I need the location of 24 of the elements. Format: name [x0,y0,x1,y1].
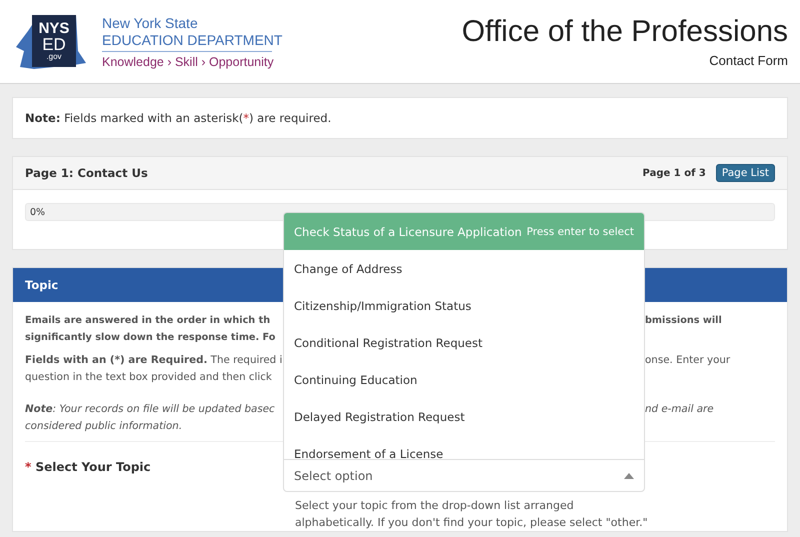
paragraph-text: bmissions will [645,314,723,328]
panel-title: Page 1: Contact Us [25,166,148,180]
logo-text: ED [42,36,66,52]
agency-name: New York State [102,14,199,32]
logo-text: NYS [38,20,70,36]
topic-select[interactable]: Select option [283,459,645,492]
note-text: Note: Fields marked with an asterisk(*) are required. [24,110,332,127]
paragraph-text: Emails are answered in the order in which th significantly slow down the response time. Fo [25,314,276,345]
page-subtitle: Contact Form [709,53,788,68]
paragraph-text: Note: Your records on file will be updated basec considered public information. [25,402,276,434]
paragraph-text: Fields with an (*) are Required. The required i question in the text box provided and then click [25,353,283,385]
agency-name: EDUCATION DEPARTMENT [102,32,282,48]
field-label: * Select Your Topic [25,459,152,476]
page-count: Page 1 of 3 [642,168,706,178]
agency-tagline: Knowledge › Skill › Opportunity [102,54,275,68]
paragraph-text: nd e-mail are [645,402,715,417]
logo-text: .gov [46,52,62,60]
page-list-button[interactable]: Page List [716,164,775,182]
caret-icon [624,472,634,478]
progress-reading: 0% [29,206,46,218]
paragraph-text: onse. Enter your [645,353,732,368]
page-title: Office of the Professions [462,15,788,49]
help-text: Select your topic from the drop-down list arranged alphabetically. If you don't find your topic, please select "other." [294,498,645,531]
panel-title: Topic [25,278,58,292]
